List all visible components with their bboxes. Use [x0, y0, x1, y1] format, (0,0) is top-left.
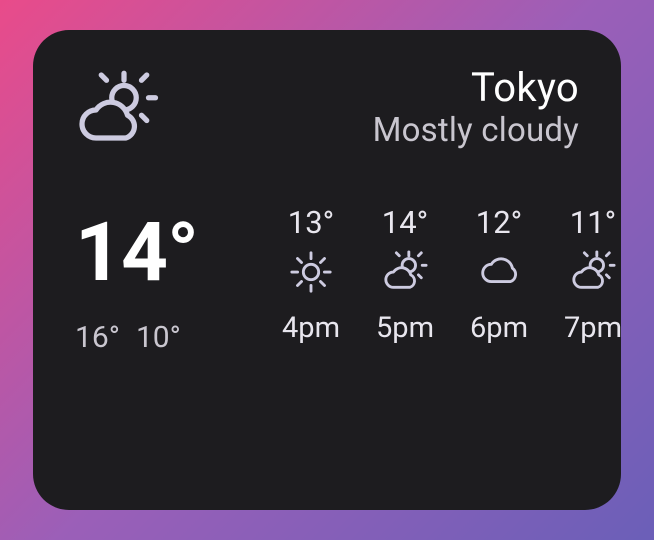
partly-cloudy-icon: [570, 249, 616, 299]
widget-body: 14° 16° 10° 13° 4pm 14° 5pm 12° 6pm: [75, 212, 579, 355]
sunny-icon: [288, 249, 334, 299]
forecast-temperature: 12°: [476, 204, 522, 241]
cloudy-icon: [476, 249, 522, 299]
forecast-time: 6pm: [470, 311, 528, 345]
forecast-item: 14° 5pm: [369, 204, 441, 345]
forecast-item: 12° 6pm: [463, 204, 535, 345]
high-temperature: 16°: [75, 320, 120, 355]
header-text: Tokyo Mostly cloudy: [373, 64, 579, 150]
forecast-time: 7pm: [564, 311, 622, 345]
high-low-row: 16° 10°: [75, 320, 245, 355]
current-temperature: 14°: [75, 212, 245, 294]
current-section: 14° 16° 10°: [75, 212, 245, 355]
condition-label: Mostly cloudy: [373, 111, 579, 150]
widget-header: Tokyo Mostly cloudy: [75, 68, 579, 156]
forecast-temperature: 11°: [570, 204, 616, 241]
partly-cloudy-icon: [382, 249, 428, 299]
forecast-item: 11° 7pm: [557, 204, 629, 345]
forecast-time: 4pm: [282, 311, 340, 345]
forecast-temperature: 13°: [288, 204, 334, 241]
hourly-forecast: 13° 4pm 14° 5pm 12° 6pm 11° 7pm: [275, 204, 629, 345]
forecast-temperature: 14°: [382, 204, 428, 241]
low-temperature: 10°: [136, 320, 181, 355]
forecast-item: 13° 4pm: [275, 204, 347, 345]
weather-widget[interactable]: Tokyo Mostly cloudy 14° 16° 10° 13° 4pm …: [33, 30, 621, 510]
location-label: Tokyo: [373, 64, 579, 111]
partly-cloudy-icon: [75, 68, 159, 156]
forecast-time: 5pm: [376, 311, 434, 345]
